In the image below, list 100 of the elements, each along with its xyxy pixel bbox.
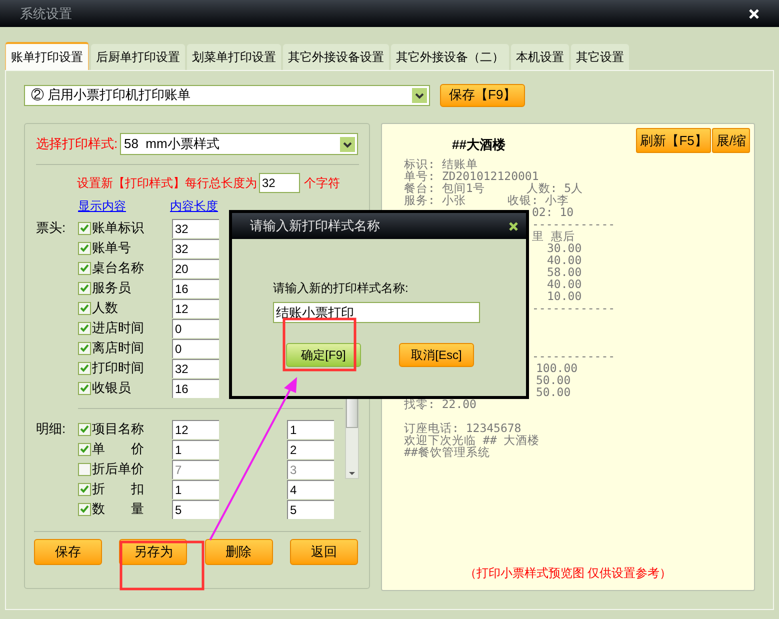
order-field[interactable]: 1 xyxy=(287,420,334,438)
receipt-line: 40.00 xyxy=(547,252,582,266)
section-label: 票头: xyxy=(36,220,66,235)
tab[interactable]: 账单打印设置 xyxy=(5,42,89,70)
length-field[interactable]: 0 xyxy=(172,338,219,358)
checkbox[interactable] xyxy=(78,362,91,374)
order-field[interactable]: 5 xyxy=(287,500,334,518)
style-select[interactable]: 58 mm小票样式 xyxy=(120,133,358,155)
receipt-line: 50.00 xyxy=(536,372,571,386)
checkbox[interactable] xyxy=(78,422,91,436)
checkbox[interactable] xyxy=(78,342,91,354)
item-label: 数 量 xyxy=(92,500,145,518)
checkbox[interactable] xyxy=(78,482,91,496)
item-label: 项目名称 xyxy=(92,420,145,438)
receipt-line: 标识: 结账单 xyxy=(404,156,478,170)
receipt-line: ------------ xyxy=(532,300,616,314)
unit-label: 个字符 xyxy=(304,175,340,192)
receipt-line: 欢迎下次光临 ## 大酒楼 xyxy=(404,432,540,446)
length-field[interactable]: 7 xyxy=(172,460,219,478)
checkbox[interactable] xyxy=(78,222,91,234)
preview-note: （打印小票样式预览图 仅供设置参考） xyxy=(464,565,672,582)
length-field[interactable]: 32 xyxy=(172,238,219,258)
order-field[interactable]: 4 xyxy=(287,480,334,498)
receipt-title: ##大酒楼 xyxy=(452,136,506,154)
checkbox[interactable] xyxy=(78,502,91,516)
dropdown-icon xyxy=(340,136,355,152)
checkbox[interactable] xyxy=(78,322,91,334)
item-label: 服务员 xyxy=(92,279,132,298)
tab[interactable]: 本机设置 xyxy=(511,44,569,70)
item-label: 桌台名称 xyxy=(92,259,145,278)
receipt-line: 服务: 小张 收银: 小李 xyxy=(404,192,570,206)
item-label: 进店时间 xyxy=(92,319,145,338)
tab[interactable]: 其它外接设备（二） xyxy=(391,44,509,70)
receipt-line: 里 惠后 xyxy=(532,228,575,242)
window-title: 系统设置 xyxy=(20,4,72,23)
item-label: 单 价 xyxy=(92,440,145,458)
length-field[interactable]: 1 xyxy=(172,480,219,498)
receipt-line: 30.00 xyxy=(547,240,582,254)
checkbox[interactable] xyxy=(78,302,91,314)
save-button[interactable]: 保存【F9】 xyxy=(440,84,526,106)
length-field[interactable]: 12 xyxy=(172,298,219,318)
receipt-line: 订座电话: 12345678 xyxy=(404,420,522,434)
length-field[interactable]: 0 xyxy=(172,318,219,338)
length-field[interactable]: 16 xyxy=(172,378,219,398)
item-label: 人数 xyxy=(92,299,119,318)
length-field[interactable]: 5 xyxy=(172,500,219,518)
item-label: 离店时间 xyxy=(92,339,145,358)
item-label: 收银员 xyxy=(92,379,132,398)
receipt-line: 58.00 xyxy=(547,264,582,278)
receipt-line: 02: 10 xyxy=(532,204,574,218)
prompt-label: 请输入新的打印样式名称: xyxy=(273,280,410,297)
tab[interactable]: 其它外接设备设置 xyxy=(283,44,389,70)
action-button[interactable]: 保存 xyxy=(34,539,102,565)
checkbox[interactable] xyxy=(78,462,91,476)
receipt-line: 100.00 xyxy=(536,360,578,374)
length-field[interactable]: 12 xyxy=(172,420,219,438)
action-button[interactable]: 返回 xyxy=(290,539,358,565)
tab[interactable]: 其它设置 xyxy=(571,44,629,70)
receipt-line: 50.00 xyxy=(536,384,571,398)
length-field[interactable]: 32 xyxy=(172,218,219,238)
length-field[interactable]: 32 xyxy=(172,358,219,378)
action-button[interactable]: 删除 xyxy=(204,539,273,565)
close-icon[interactable] xyxy=(509,222,518,230)
order-field[interactable]: 2 xyxy=(287,440,334,458)
length-field[interactable]: 20 xyxy=(172,258,219,278)
receipt-line: ------------ xyxy=(532,348,616,362)
checkbox[interactable] xyxy=(78,442,91,456)
item-label: 账单号 xyxy=(92,239,132,258)
receipt-line: 单号: ZD201012120001 xyxy=(404,168,539,182)
item-label: 折 扣 xyxy=(92,480,145,498)
order-field[interactable]: 3 xyxy=(287,460,334,478)
dialog-title: 请输入新打印样式名称 xyxy=(250,217,380,236)
style-label: 选择打印样式: xyxy=(36,135,119,154)
column-header[interactable]: 显示内容 xyxy=(78,197,170,215)
receipt-line: 10.00 xyxy=(547,288,582,302)
checkbox[interactable] xyxy=(78,262,91,274)
column-header[interactable]: 内容长度 xyxy=(170,197,218,215)
preview-button[interactable]: 刷新【F5】 xyxy=(636,128,712,153)
checkbox[interactable] xyxy=(78,282,91,294)
item-label: 打印时间 xyxy=(92,359,145,378)
preview-button[interactable]: 展/缩 xyxy=(712,128,750,153)
cancel-button[interactable]: 取消[Esc] xyxy=(399,343,474,367)
confirm-button[interactable]: 确定[F9] xyxy=(286,343,361,367)
tab[interactable]: 后厨单打印设置 xyxy=(91,44,185,70)
line-length-field[interactable]: 32 xyxy=(259,173,300,193)
tab[interactable]: 划菜单打印设置 xyxy=(187,44,281,70)
checkbox[interactable] xyxy=(78,382,91,394)
checkbox[interactable] xyxy=(78,242,91,254)
line-length-label: 设置新【打印样式】每行总长度为 xyxy=(77,175,257,192)
length-field[interactable]: 1 xyxy=(172,440,219,458)
item-label: 账单标识 xyxy=(92,219,145,238)
receipt-line: ##餐饮管理系统 xyxy=(404,444,490,458)
section-label: 明细: xyxy=(36,421,66,436)
receipt-line: 餐台: 包间1号 人数: 5人 xyxy=(404,180,584,194)
mode-select[interactable]: ② 启用小票打印机打印账单 xyxy=(24,84,430,106)
receipt-line: 40.00 xyxy=(547,276,582,290)
receipt-line: 找零: 22.00 xyxy=(404,396,476,410)
dropdown-icon xyxy=(412,88,427,102)
length-field[interactable]: 16 xyxy=(172,278,219,298)
receipt-line: ------------ xyxy=(532,216,616,230)
